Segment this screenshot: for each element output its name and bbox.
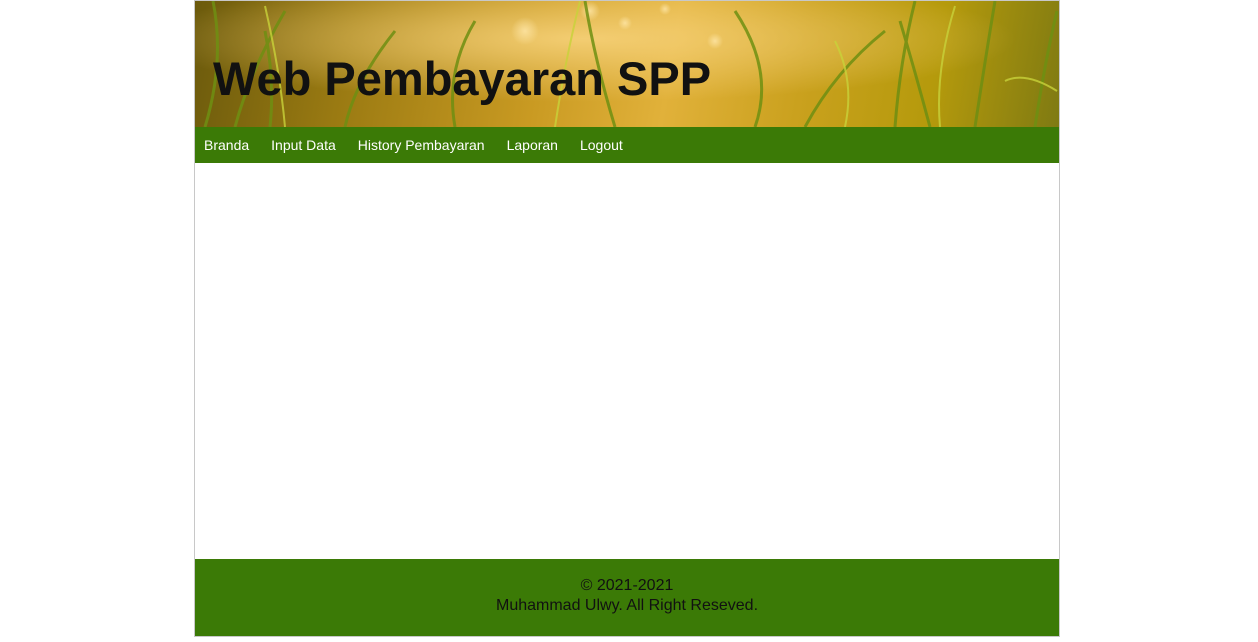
main-navbar: Branda Input Data History Pembayaran Lap… — [195, 127, 1059, 163]
nav-item-logout[interactable]: Logout — [569, 127, 634, 163]
nav-item-branda[interactable]: Branda — [195, 127, 260, 163]
nav-item-input-data[interactable]: Input Data — [260, 127, 347, 163]
nav-item-laporan[interactable]: Laporan — [496, 127, 569, 163]
main-content-area — [195, 163, 1059, 559]
footer-copyright: © 2021-2021 — [580, 577, 674, 594]
footer-credit: Muhammad Ulwy. All Right Reseved. — [495, 597, 759, 614]
site-title: Web Pembayaran SPP — [213, 52, 712, 105]
nav-item-history-pembayaran[interactable]: History Pembayaran — [347, 127, 496, 163]
footer: © 2021-2021 Muhammad Ulwy. All Right Res… — [195, 559, 1059, 636]
header-banner: Web Pembayaran SPP — [195, 1, 1059, 127]
page-container: Web Pembayaran SPP Branda Input Data His… — [194, 0, 1060, 637]
